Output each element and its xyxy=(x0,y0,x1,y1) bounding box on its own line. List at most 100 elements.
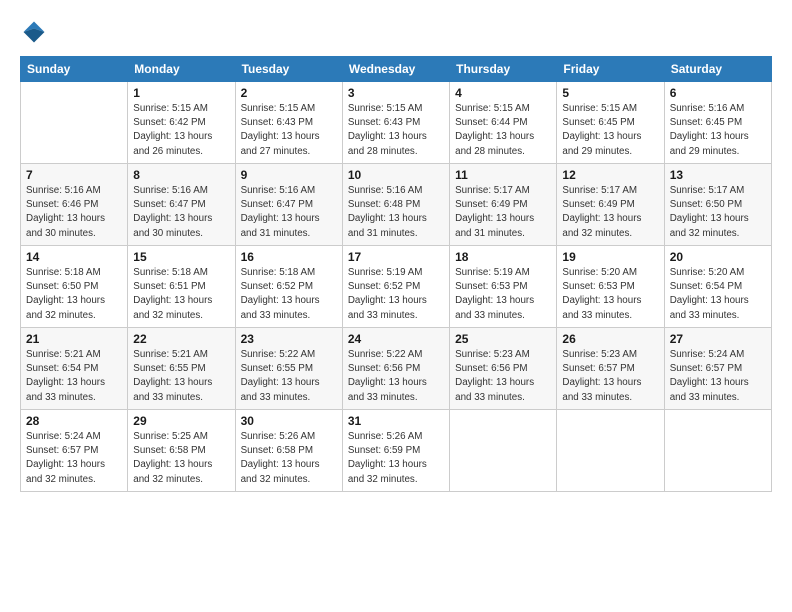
calendar-cell: 5Sunrise: 5:15 AM Sunset: 6:45 PM Daylig… xyxy=(557,82,664,164)
calendar-cell: 8Sunrise: 5:16 AM Sunset: 6:47 PM Daylig… xyxy=(128,164,235,246)
day-number: 9 xyxy=(241,168,337,182)
logo xyxy=(20,18,52,46)
calendar-cell: 2 Sunrise: 5:15 AM Sunset: 6:43 PM Daylig… xyxy=(235,82,342,164)
col-header-sunday: Sunday xyxy=(21,57,128,82)
day-info: Sunrise: 5:19 AM Sunset: 6:52 PM Dayligh… xyxy=(348,266,444,323)
calendar-cell: 3 Sunrise: 5:15 AM Sunset: 6:43 PM Daylig… xyxy=(342,82,449,164)
col-header-thursday: Thursday xyxy=(450,57,557,82)
calendar-cell: 18Sunrise: 5:19 AM Sunset: 6:53 PM Dayli… xyxy=(450,246,557,328)
day-number: 8 xyxy=(133,168,229,182)
calendar-cell: 13 Sunrise: 5:17 AM Sunset: 6:50 PM Dayli… xyxy=(664,164,771,246)
day-info: Sunrise: 5:16 AM Sunset: 6:48 PM Dayligh… xyxy=(348,184,444,241)
col-header-monday: Monday xyxy=(128,57,235,82)
day-info: Sunrise: 5:15 AM Sunset: 6:45 PM Dayligh… xyxy=(562,102,658,159)
day-number: 1 xyxy=(133,86,229,100)
day-number: 14 xyxy=(26,250,122,264)
calendar-cell xyxy=(557,410,664,492)
calendar-cell: 9 Sunrise: 5:16 AM Sunset: 6:47 PM Daylig… xyxy=(235,164,342,246)
day-number: 19 xyxy=(562,250,658,264)
day-number: 25 xyxy=(455,332,551,346)
day-number: 26 xyxy=(562,332,658,346)
calendar-cell: 29 Sunrise: 5:25 AM Sunset: 6:58 PM Dayli… xyxy=(128,410,235,492)
day-number: 22 xyxy=(133,332,229,346)
day-number: 21 xyxy=(26,332,122,346)
day-info: Sunrise: 5:24 AM Sunset: 6:57 PM Dayligh… xyxy=(670,348,766,405)
day-number: 15 xyxy=(133,250,229,264)
day-number: 31 xyxy=(348,414,444,428)
calendar-table: SundayMondayTuesdayWednesdayThursdayFrid… xyxy=(20,56,772,492)
col-header-friday: Friday xyxy=(557,57,664,82)
day-info: Sunrise: 5:26 AM Sunset: 6:59 PM Dayligh… xyxy=(348,430,444,487)
day-info: Sunrise: 5:15 AM Sunset: 6:42 PM Dayligh… xyxy=(133,102,229,159)
day-info: Sunrise: 5:18 AM Sunset: 6:51 PM Dayligh… xyxy=(133,266,229,323)
calendar-cell: 28Sunrise: 5:24 AM Sunset: 6:57 PM Dayli… xyxy=(21,410,128,492)
calendar-cell: 1 Sunrise: 5:15 AM Sunset: 6:42 PM Daylig… xyxy=(128,82,235,164)
logo-icon xyxy=(20,18,48,46)
day-info: Sunrise: 5:16 AM Sunset: 6:45 PM Dayligh… xyxy=(670,102,766,159)
calendar-cell: 15 Sunrise: 5:18 AM Sunset: 6:51 PM Dayli… xyxy=(128,246,235,328)
calendar-cell: 4 Sunrise: 5:15 AM Sunset: 6:44 PM Daylig… xyxy=(450,82,557,164)
header-row: SundayMondayTuesdayWednesdayThursdayFrid… xyxy=(21,57,772,82)
header xyxy=(20,18,772,46)
week-row-3: 14Sunrise: 5:18 AM Sunset: 6:50 PM Dayli… xyxy=(21,246,772,328)
week-row-2: 7Sunrise: 5:16 AM Sunset: 6:46 PM Daylig… xyxy=(21,164,772,246)
col-header-tuesday: Tuesday xyxy=(235,57,342,82)
calendar-cell: 23Sunrise: 5:22 AM Sunset: 6:55 PM Dayli… xyxy=(235,328,342,410)
calendar-cell: 16Sunrise: 5:18 AM Sunset: 6:52 PM Dayli… xyxy=(235,246,342,328)
day-info: Sunrise: 5:16 AM Sunset: 6:47 PM Dayligh… xyxy=(241,184,337,241)
day-info: Sunrise: 5:21 AM Sunset: 6:54 PM Dayligh… xyxy=(26,348,122,405)
day-info: Sunrise: 5:17 AM Sunset: 6:49 PM Dayligh… xyxy=(562,184,658,241)
day-number: 11 xyxy=(455,168,551,182)
calendar-cell: 22Sunrise: 5:21 AM Sunset: 6:55 PM Dayli… xyxy=(128,328,235,410)
day-info: Sunrise: 5:18 AM Sunset: 6:52 PM Dayligh… xyxy=(241,266,337,323)
day-number: 30 xyxy=(241,414,337,428)
day-number: 2 xyxy=(241,86,337,100)
day-number: 29 xyxy=(133,414,229,428)
calendar-cell xyxy=(21,82,128,164)
calendar-cell: 6 Sunrise: 5:16 AM Sunset: 6:45 PM Daylig… xyxy=(664,82,771,164)
day-info: Sunrise: 5:25 AM Sunset: 6:58 PM Dayligh… xyxy=(133,430,229,487)
day-number: 23 xyxy=(241,332,337,346)
calendar-cell: 14Sunrise: 5:18 AM Sunset: 6:50 PM Dayli… xyxy=(21,246,128,328)
day-info: Sunrise: 5:22 AM Sunset: 6:56 PM Dayligh… xyxy=(348,348,444,405)
page: SundayMondayTuesdayWednesdayThursdayFrid… xyxy=(0,0,792,612)
week-row-4: 21 Sunrise: 5:21 AM Sunset: 6:54 PM Dayli… xyxy=(21,328,772,410)
calendar-cell: 27 Sunrise: 5:24 AM Sunset: 6:57 PM Dayli… xyxy=(664,328,771,410)
calendar-cell: 12 Sunrise: 5:17 AM Sunset: 6:49 PM Dayli… xyxy=(557,164,664,246)
week-row-1: 1 Sunrise: 5:15 AM Sunset: 6:42 PM Daylig… xyxy=(21,82,772,164)
day-info: Sunrise: 5:20 AM Sunset: 6:53 PM Dayligh… xyxy=(562,266,658,323)
day-info: Sunrise: 5:23 AM Sunset: 6:56 PM Dayligh… xyxy=(455,348,551,405)
calendar-cell: 7Sunrise: 5:16 AM Sunset: 6:46 PM Daylig… xyxy=(21,164,128,246)
day-info: Sunrise: 5:15 AM Sunset: 6:43 PM Dayligh… xyxy=(348,102,444,159)
calendar-cell: 31 Sunrise: 5:26 AM Sunset: 6:59 PM Dayli… xyxy=(342,410,449,492)
day-number: 17 xyxy=(348,250,444,264)
calendar-cell: 25 Sunrise: 5:23 AM Sunset: 6:56 PM Dayli… xyxy=(450,328,557,410)
week-row-5: 28Sunrise: 5:24 AM Sunset: 6:57 PM Dayli… xyxy=(21,410,772,492)
calendar-cell xyxy=(664,410,771,492)
day-number: 3 xyxy=(348,86,444,100)
day-number: 6 xyxy=(670,86,766,100)
day-info: Sunrise: 5:16 AM Sunset: 6:46 PM Dayligh… xyxy=(26,184,122,241)
calendar-cell: 10Sunrise: 5:16 AM Sunset: 6:48 PM Dayli… xyxy=(342,164,449,246)
calendar-header: SundayMondayTuesdayWednesdayThursdayFrid… xyxy=(21,57,772,82)
day-number: 4 xyxy=(455,86,551,100)
day-info: Sunrise: 5:20 AM Sunset: 6:54 PM Dayligh… xyxy=(670,266,766,323)
day-number: 20 xyxy=(670,250,766,264)
day-info: Sunrise: 5:17 AM Sunset: 6:50 PM Dayligh… xyxy=(670,184,766,241)
calendar-cell: 20 Sunrise: 5:20 AM Sunset: 6:54 PM Dayli… xyxy=(664,246,771,328)
day-number: 24 xyxy=(348,332,444,346)
day-info: Sunrise: 5:15 AM Sunset: 6:43 PM Dayligh… xyxy=(241,102,337,159)
day-number: 12 xyxy=(562,168,658,182)
day-info: Sunrise: 5:23 AM Sunset: 6:57 PM Dayligh… xyxy=(562,348,658,405)
day-info: Sunrise: 5:15 AM Sunset: 6:44 PM Dayligh… xyxy=(455,102,551,159)
col-header-wednesday: Wednesday xyxy=(342,57,449,82)
day-info: Sunrise: 5:26 AM Sunset: 6:58 PM Dayligh… xyxy=(241,430,337,487)
calendar-cell: 11Sunrise: 5:17 AM Sunset: 6:49 PM Dayli… xyxy=(450,164,557,246)
calendar-cell: 26 Sunrise: 5:23 AM Sunset: 6:57 PM Dayli… xyxy=(557,328,664,410)
calendar-cell: 19 Sunrise: 5:20 AM Sunset: 6:53 PM Dayli… xyxy=(557,246,664,328)
day-number: 28 xyxy=(26,414,122,428)
calendar-cell: 30 Sunrise: 5:26 AM Sunset: 6:58 PM Dayli… xyxy=(235,410,342,492)
day-number: 13 xyxy=(670,168,766,182)
day-number: 27 xyxy=(670,332,766,346)
day-number: 18 xyxy=(455,250,551,264)
